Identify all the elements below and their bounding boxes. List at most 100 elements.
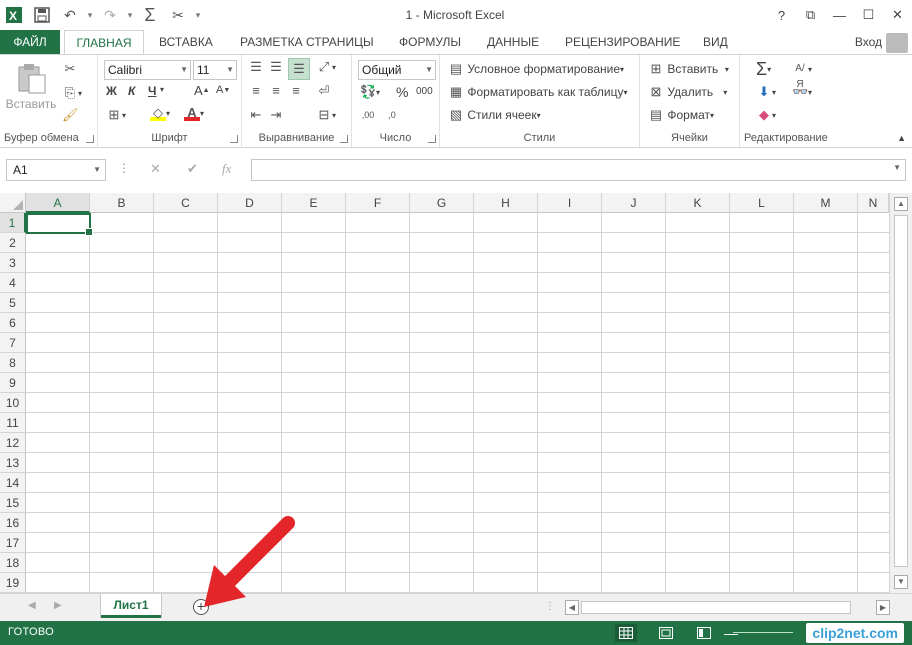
ribbon-display-icon[interactable]: ⧉ [796,0,825,30]
wrap-text-button[interactable]: ⏎ [316,83,332,99]
tab-home[interactable]: ГЛАВНАЯ [64,30,144,55]
row-header[interactable]: 13 [0,453,26,473]
column-header[interactable]: K [666,193,730,213]
column-header[interactable]: L [730,193,794,213]
sort-filter-button[interactable]: A/Я ▾ [792,61,812,90]
name-box[interactable]: A1 ▼ [6,159,106,181]
format-painter-button[interactable]: 🖌 [62,107,79,123]
horizontal-scrollbar[interactable]: ◀ ▶ [565,600,890,615]
shrink-font-icon[interactable]: A ▼ [216,84,230,96]
scroll-down-icon[interactable]: ▼ [894,575,908,589]
copy-button[interactable]: ⎘ ▾ [62,85,82,101]
decrease-indent-button[interactable]: ⇤ [248,107,264,123]
align-center-button[interactable]: ≡ [268,83,284,99]
font-size-combo[interactable]: 11 ▼ [193,60,237,80]
expand-formula-icon[interactable]: ▼ [893,163,901,172]
maximize-icon[interactable]: ☐ [854,0,883,30]
row-header[interactable]: 19 [0,573,26,593]
align-middle-button[interactable]: ☰ [268,59,284,75]
fill-color-button[interactable]: ◇ ▾ [150,105,170,121]
redo-dropdown-icon[interactable]: ▾ [124,2,136,28]
column-header[interactable]: C [154,193,218,213]
tab-insert[interactable]: ВСТАВКА [159,30,213,54]
drag-handle-icon[interactable]: ⋮ [118,161,130,175]
format-cells-button[interactable]: ▤ Формат ▾ [648,107,714,123]
tab-formulas[interactable]: ФОРМУЛЫ [399,30,461,54]
tab-splitter-icon[interactable]: ⋮ [545,601,555,612]
customize-qat-icon[interactable]: ▾ [192,2,204,28]
vertical-scroll-thumb[interactable] [894,215,908,567]
conditional-formatting-button[interactable]: ▤ Условное форматирование ▾ [448,61,624,77]
row-header[interactable]: 3 [0,253,26,273]
thousands-button[interactable]: 000 [416,86,433,97]
column-header[interactable]: A [26,193,90,213]
delete-cells-button[interactable]: ⊠ Удалить ▾ [648,84,728,100]
tab-view[interactable]: ВИД [703,30,728,54]
row-header[interactable]: 17 [0,533,26,553]
sign-in-link[interactable]: Вход [855,30,882,54]
page-break-view-icon[interactable] [693,624,715,642]
sheet-prev-icon[interactable]: ◀ [28,600,36,611]
undo-icon[interactable]: ↶ [56,2,84,28]
increase-indent-button[interactable]: ⇥ [268,107,284,123]
select-all-button[interactable] [0,193,26,213]
row-header[interactable]: 4 [0,273,26,293]
tab-review[interactable]: РЕЦЕНЗИРОВАНИЕ [565,30,680,54]
merge-button[interactable]: ⊟ ▾ [316,107,336,123]
cells-area[interactable] [26,213,889,593]
italic-button[interactable]: К [128,84,135,98]
column-header[interactable]: M [794,193,858,213]
column-header[interactable]: H [474,193,538,213]
alignment-launcher-icon[interactable] [340,135,348,143]
find-select-button[interactable]: 👓 ▾ [792,84,812,100]
bold-button[interactable]: Ж [106,84,117,98]
decrease-decimal-button[interactable]: ,0 [384,107,400,123]
number-format-combo[interactable]: Общий ▼ [358,60,436,80]
formula-input[interactable]: ▼ [251,159,906,181]
column-header[interactable]: D [218,193,282,213]
align-top-button[interactable]: ☰ [248,59,264,75]
horizontal-scroll-thumb[interactable] [581,601,851,614]
collapse-ribbon-icon[interactable]: ▲ [897,133,906,143]
column-header[interactable]: J [602,193,666,213]
clear-button[interactable]: ◆ ▾ [756,107,776,123]
row-header[interactable]: 9 [0,373,26,393]
percent-button[interactable]: % [396,84,408,100]
minimize-icon[interactable]: — [825,0,854,30]
row-header[interactable]: 15 [0,493,26,513]
autosum-button[interactable]: Σ ▾ [756,59,771,80]
column-header[interactable]: F [346,193,410,213]
undo-dropdown-icon[interactable]: ▾ [84,2,96,28]
fill-button[interactable]: ⬇ ▾ [756,84,776,100]
row-header[interactable]: 2 [0,233,26,253]
row-header[interactable]: 16 [0,513,26,533]
normal-view-icon[interactable] [615,624,637,642]
row-header[interactable]: 7 [0,333,26,353]
page-layout-view-icon[interactable] [655,624,677,642]
borders-button[interactable]: ⊞ ▾ [106,107,126,123]
scroll-right-icon[interactable]: ▶ [876,600,890,615]
tab-data[interactable]: ДАННЫЕ [487,30,539,54]
font-name-combo[interactable]: Calibri ▼ [104,60,191,80]
cut-icon[interactable]: ✂ [164,2,192,28]
excel-logo-icon[interactable]: X [0,2,28,28]
column-header[interactable]: E [282,193,346,213]
vertical-scrollbar[interactable]: ▲ ▼ [889,193,912,593]
row-header[interactable]: 6 [0,313,26,333]
tab-page-layout[interactable]: РАЗМЕТКА СТРАНИЦЫ [240,30,374,54]
align-bottom-button[interactable]: ☰ [288,58,310,80]
underline-button[interactable]: Ч [148,84,156,98]
column-header[interactable]: B [90,193,154,213]
align-right-button[interactable]: ≡ [288,83,304,99]
row-header[interactable]: 12 [0,433,26,453]
zoom-slider[interactable] [733,632,793,633]
row-header[interactable]: 10 [0,393,26,413]
save-icon[interactable] [28,2,56,28]
enter-icon[interactable]: ✔ [187,161,198,177]
sheet-next-icon[interactable]: ▶ [54,600,62,611]
insert-cells-button[interactable]: ⊞ Вставить ▾ [648,61,729,77]
orientation-button[interactable]: ⤢ ▾ [316,59,336,75]
row-header[interactable]: 14 [0,473,26,493]
column-header[interactable]: I [538,193,602,213]
sheet-tab-active[interactable]: Лист1 [101,594,161,618]
